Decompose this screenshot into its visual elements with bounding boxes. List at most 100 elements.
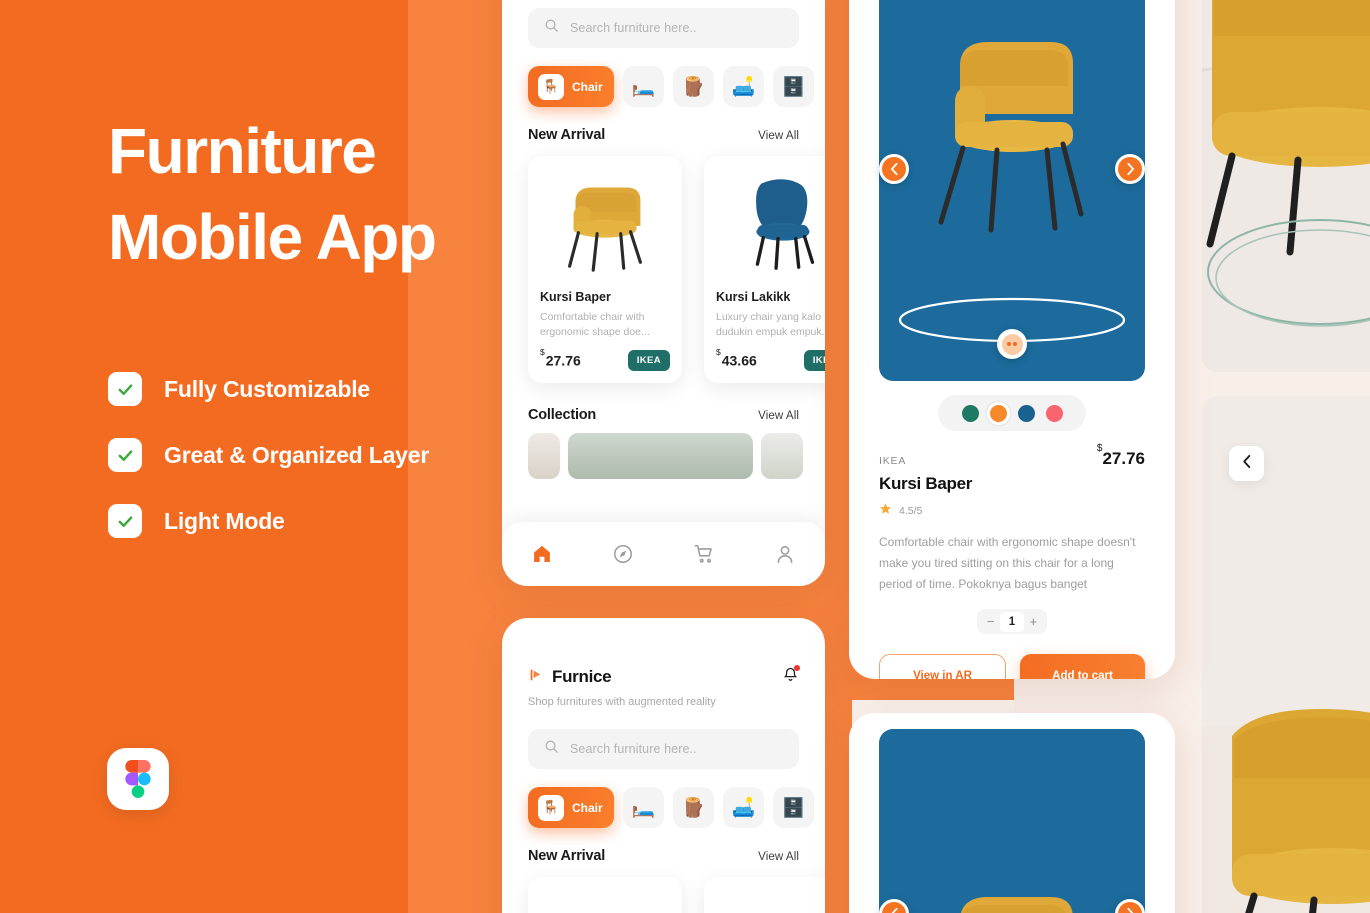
view-all-link[interactable]: View All: [758, 130, 799, 142]
app-name: Furnice: [552, 667, 612, 686]
category-chip-shelf[interactable]: 🗄️: [773, 66, 814, 107]
product-gallery: [879, 729, 1145, 913]
tab-cart[interactable]: [691, 541, 717, 567]
bed-icon: 🛏️: [631, 76, 656, 98]
product-image-yellow-chair: [528, 156, 682, 286]
category-chip-label: Chair: [572, 79, 603, 94]
product-card[interactable]: Kursi Baper Comfortable chair with ergon…: [528, 156, 682, 383]
category-chip-table[interactable]: 🪵: [673, 66, 714, 107]
shelf-icon: 🗄️: [781, 76, 806, 98]
color-swatch-green[interactable]: [961, 404, 979, 422]
back-button[interactable]: [1229, 446, 1264, 481]
color-swatch-pink[interactable]: [1045, 404, 1063, 422]
tab-profile[interactable]: [772, 541, 798, 567]
search-icon: [544, 18, 559, 38]
category-chip-dining-set[interactable]: 🛋️: [723, 66, 764, 107]
feature-label: Great & Organized Layer: [164, 441, 430, 468]
hero-section: Furniture Mobile App: [108, 108, 508, 280]
phone-mockup-home-top: Furnice Shop furnitures with augmented r…: [502, 618, 825, 913]
chair-icon: 🪑: [538, 794, 564, 821]
feature-label: Light Mode: [164, 507, 285, 534]
product-description: Luxury chair yang kalo dudukin empuk emp…: [716, 311, 825, 338]
page-title: Furniture Mobile App: [108, 115, 437, 273]
category-chip-bed[interactable]: 🛏️: [623, 787, 664, 828]
search-placeholder: Search furniture here..: [570, 742, 697, 756]
collection-thumb[interactable]: [528, 433, 560, 479]
category-chip-chair[interactable]: 🪑 Chair: [528, 787, 614, 828]
bottom-tab-bar: [502, 522, 825, 586]
product-card[interactable]: [528, 877, 682, 913]
product-price: $43.66: [716, 347, 757, 369]
app-tagline: Shop furnitures with augmented reality: [528, 696, 716, 708]
view-all-link[interactable]: View All: [758, 410, 799, 422]
figma-logo-icon: [107, 748, 169, 810]
category-chip-dining-set[interactable]: 🛋️: [723, 787, 764, 828]
view-all-link[interactable]: View All: [758, 851, 799, 863]
brand-badge: IKEA: [803, 350, 825, 371]
check-icon: [108, 372, 142, 406]
add-to-cart-button[interactable]: Add to cart: [1020, 654, 1145, 679]
feature-item: Light Mode: [108, 504, 429, 538]
action-buttons: View in AR Add to cart: [879, 654, 1145, 679]
feature-item: Great & Organized Layer: [108, 438, 429, 472]
product-description: Comfortable chair with ergonomic shape d…: [879, 535, 1136, 591]
collection-thumb[interactable]: [568, 433, 753, 479]
ar-dot: [1007, 342, 1011, 346]
room-photo-top: [1202, 0, 1370, 372]
poster-canvas: Furniture Mobile App Fully Customizable …: [0, 0, 1370, 913]
quantity-stepper[interactable]: − 1 +: [977, 609, 1047, 634]
category-chip-table[interactable]: 🪵: [673, 787, 714, 828]
product-name: Kursi Lakikk: [716, 290, 791, 304]
search-icon: [544, 739, 559, 759]
product-hero-image: [879, 0, 1145, 381]
product-gallery: [879, 0, 1145, 381]
product-description: Comfortable chair with ergonomic shape d…: [540, 311, 650, 338]
quantity-decrease-button[interactable]: −: [981, 612, 1000, 632]
section-title: New Arrival: [528, 127, 606, 143]
product-price: $27.76: [1096, 443, 1145, 468]
table-icon: 🪵: [681, 797, 706, 819]
category-chip-bed[interactable]: 🛏️: [623, 66, 664, 107]
phone-mockup-home: Search furniture here.. 🪑 Chair 🛏️ 🪵 🛋️ …: [502, 0, 825, 586]
category-chip-label: Chair: [572, 800, 603, 815]
search-placeholder: Search furniture here..: [570, 21, 697, 35]
phone-mockup-detail: IKEA $27.76 Kursi Baper 4.5/5 Comfortabl…: [849, 0, 1175, 679]
check-icon: [108, 504, 142, 538]
gallery-prev-button[interactable]: [879, 154, 909, 184]
quantity-value: 1: [1000, 611, 1024, 632]
furnice-logo-icon: [528, 667, 544, 688]
gallery-next-button[interactable]: [1115, 154, 1145, 184]
product-card-list: Kursi Baper Comfortable chair with ergon…: [528, 156, 825, 383]
category-chip-row: 🪑 Chair 🛏️ 🪵 🛋️ 🗄️: [528, 66, 814, 107]
notification-bell-icon[interactable]: [782, 665, 800, 688]
view-in-ar-button[interactable]: View in AR: [879, 654, 1006, 679]
tab-explore[interactable]: [610, 541, 636, 567]
color-swatch-blue[interactable]: [1017, 404, 1035, 422]
product-title: Kursi Baper: [879, 474, 973, 493]
category-chip-chair[interactable]: 🪑 Chair: [528, 66, 614, 107]
collection-thumb[interactable]: [761, 433, 803, 479]
section-title: New Arrival: [528, 848, 606, 864]
product-card-list: [528, 877, 825, 913]
product-image-blue-chair: [704, 156, 825, 286]
product-brand: IKEA: [879, 455, 907, 467]
product-card[interactable]: Kursi Lakikk Luxury chair yang kalo dudu…: [704, 156, 825, 383]
rotate-360-icon[interactable]: [997, 329, 1027, 359]
product-card[interactable]: [704, 877, 825, 913]
room-photo-bottom: [1202, 396, 1370, 913]
dining-set-icon: 🛋️: [731, 797, 756, 819]
feature-list: Fully Customizable Great & Organized Lay…: [108, 372, 429, 570]
search-input[interactable]: Search furniture here..: [528, 729, 799, 769]
quantity-increase-button[interactable]: +: [1024, 612, 1043, 632]
ar-dot: [1013, 342, 1017, 346]
category-chip-row: 🪑 Chair 🛏️ 🪵 🛋️ 🗄️: [528, 787, 814, 828]
phone-mockup-detail-repeat: [849, 713, 1175, 913]
brand-badge: IKEA: [627, 350, 670, 371]
color-swatch-orange[interactable]: [989, 404, 1007, 422]
tab-home[interactable]: [529, 541, 555, 567]
section-header-collection: Collection View All: [528, 407, 799, 423]
notification-dot: [794, 665, 800, 671]
category-chip-shelf[interactable]: 🗄️: [773, 787, 814, 828]
feature-label: Fully Customizable: [164, 375, 370, 402]
search-input[interactable]: Search furniture here..: [528, 8, 799, 48]
